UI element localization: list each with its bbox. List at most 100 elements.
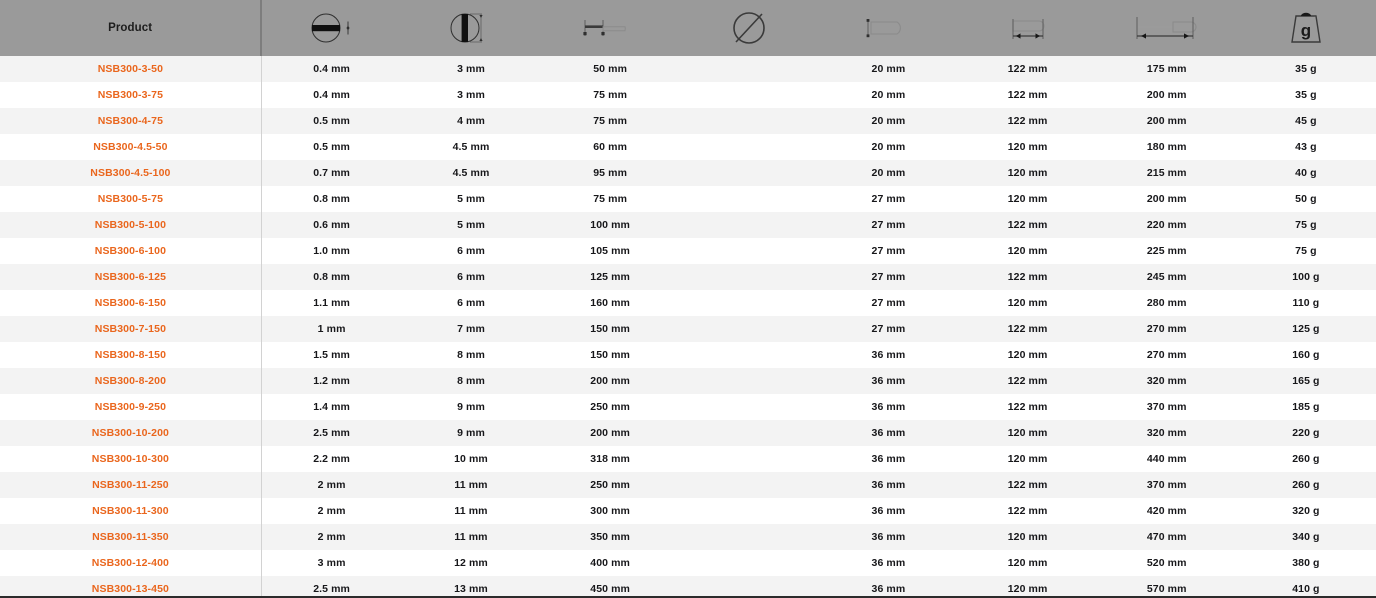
table-row: NSB300-6-125 0.8 mm 6 mm 125 mm 27 mm 122 mm 2… (0, 264, 1376, 290)
table-row: NSB300-5-100 0.6 mm 5 mm 100 mm 27 mm 122 mm 2… (0, 212, 1376, 238)
handle-length-icon (958, 6, 1097, 50)
cell-weight: 35 g (1295, 89, 1317, 101)
cell-total_len: 175 mm (1146, 63, 1187, 75)
product-link[interactable]: NSB300-11-250 (0, 472, 262, 498)
table-row: NSB300-11-350 2 mm 11 mm 350 mm 36 mm 120 mm 4… (0, 524, 1376, 550)
product-link[interactable]: NSB300-11-350 (0, 524, 262, 550)
product-link[interactable]: NSB300-9-250 (0, 394, 262, 420)
cell-weight: 320 g (1292, 505, 1320, 517)
cell-shaft_dia (680, 472, 819, 498)
product-link[interactable]: NSB300-6-150 (0, 290, 262, 316)
column-header-product: Product (0, 0, 263, 56)
cell-weight: 125 g (1292, 323, 1320, 335)
cell-handle_len: 120 mm (1007, 167, 1048, 179)
cell-total_len: 220 mm (1146, 219, 1187, 231)
cell-handle_len: 120 mm (1007, 297, 1048, 309)
cell-weight: 45 g (1295, 115, 1317, 127)
cell-weight: 185 g (1292, 401, 1320, 413)
cell-shaft_dia (680, 316, 819, 342)
cell-blade_length: 75 mm (593, 89, 628, 101)
cell-handle_dia: 20 mm (871, 141, 906, 153)
cell-blade_length: 250 mm (590, 401, 630, 413)
table-row: NSB300-4.5-50 0.5 mm 4.5 mm 60 mm 20 mm 120 m… (0, 134, 1376, 160)
table-row: NSB300-8-150 1.5 mm 8 mm 150 mm 36 mm 120 mm 2… (0, 342, 1376, 368)
cell-total_len: 200 mm (1146, 89, 1187, 101)
product-link[interactable]: NSB300-4.5-100 (0, 160, 262, 186)
cell-handle_dia: 27 mm (871, 271, 906, 283)
cell-handle_dia: 36 mm (871, 557, 906, 569)
cell-shaft_dia (680, 186, 819, 212)
cell-weight: 110 g (1292, 297, 1320, 309)
cell-handle_dia: 27 mm (871, 219, 906, 231)
cell-shaft_dia (680, 368, 819, 394)
cell-handle_len: 120 mm (1007, 349, 1048, 361)
product-link[interactable]: NSB300-7-150 (0, 316, 262, 342)
product-link[interactable]: NSB300-10-300 (0, 446, 262, 472)
cell-total_len: 440 mm (1146, 453, 1187, 465)
product-link[interactable]: NSB300-6-100 (0, 238, 262, 264)
weight-icon: g (1236, 6, 1375, 50)
cell-blade_thick: 1.4 mm (313, 401, 350, 413)
product-link[interactable]: NSB300-13-450 (0, 576, 262, 596)
cell-blade_width: 12 mm (454, 557, 488, 569)
cell-blade_thick: 2.5 mm (313, 583, 350, 595)
product-link[interactable]: NSB300-11-300 (0, 498, 262, 524)
product-link[interactable]: NSB300-8-200 (0, 368, 262, 394)
product-link[interactable]: NSB300-8-150 (0, 342, 262, 368)
slot-thickness-icon (262, 6, 401, 50)
product-link[interactable]: NSB300-4.5-50 (0, 134, 262, 160)
cell-blade_width: 8 mm (457, 375, 485, 387)
cell-handle_len: 120 mm (1007, 141, 1048, 153)
cell-handle_dia: 20 mm (871, 167, 906, 179)
cell-weight: 340 g (1292, 531, 1320, 543)
cell-weight: 160 g (1292, 349, 1320, 361)
slot-width-icon (401, 6, 540, 50)
cell-shaft_dia (680, 524, 819, 550)
cell-shaft_dia (680, 290, 819, 316)
cell-handle_dia: 27 mm (871, 245, 906, 257)
cell-handle_len: 122 mm (1007, 89, 1048, 101)
cell-blade_length: 105 mm (590, 245, 630, 257)
cell-total_len: 280 mm (1146, 297, 1187, 309)
cell-blade_width: 3 mm (457, 63, 485, 75)
product-link[interactable]: NSB300-3-50 (0, 56, 262, 82)
cell-handle_len: 120 mm (1007, 193, 1048, 205)
cell-handle_len: 122 mm (1007, 63, 1048, 75)
cell-blade_thick: 1.0 mm (313, 245, 350, 257)
table-row: NSB300-12-400 3 mm 12 mm 400 mm 36 mm 120 mm 5… (0, 550, 1376, 576)
cell-weight: 100 g (1292, 271, 1320, 283)
weight-unit-label: g (1301, 21, 1311, 40)
cell-handle_dia: 27 mm (871, 323, 906, 335)
cell-total_len: 200 mm (1146, 193, 1187, 205)
cell-weight: 75 g (1295, 219, 1317, 231)
cell-blade_width: 5 mm (457, 219, 485, 231)
cell-blade_length: 50 mm (593, 63, 628, 75)
product-link[interactable]: NSB300-12-400 (0, 550, 262, 576)
cell-total_len: 370 mm (1146, 401, 1187, 413)
cell-handle_len: 120 mm (1007, 583, 1048, 595)
cell-handle_len: 120 mm (1007, 531, 1048, 543)
product-link[interactable]: NSB300-5-100 (0, 212, 262, 238)
cell-blade_length: 318 mm (590, 453, 630, 465)
column-header-blade-width (401, 0, 541, 56)
cell-weight: 410 g (1292, 583, 1320, 595)
cell-blade_width: 4 mm (457, 115, 485, 127)
cell-handle_dia: 36 mm (871, 375, 906, 387)
product-link[interactable]: NSB300-5-75 (0, 186, 262, 212)
cell-shaft_dia (680, 264, 819, 290)
cell-blade_thick: 2 mm (317, 531, 346, 543)
cell-blade_thick: 0.5 mm (313, 115, 350, 127)
cell-weight: 50 g (1295, 193, 1317, 205)
cell-blade_thick: 2 mm (317, 479, 346, 491)
cell-handle_len: 120 mm (1007, 557, 1048, 569)
cell-total_len: 320 mm (1146, 375, 1187, 387)
cell-blade_thick: 3 mm (317, 557, 346, 569)
product-link[interactable]: NSB300-10-200 (0, 420, 262, 446)
cell-blade_width: 4.5 mm (452, 141, 490, 153)
cell-blade_width: 6 mm (457, 245, 485, 257)
cell-shaft_dia (680, 420, 819, 446)
product-link[interactable]: NSB300-3-75 (0, 82, 262, 108)
product-link[interactable]: NSB300-6-125 (0, 264, 262, 290)
cell-handle_dia: 36 mm (871, 401, 906, 413)
product-link[interactable]: NSB300-4-75 (0, 108, 262, 134)
